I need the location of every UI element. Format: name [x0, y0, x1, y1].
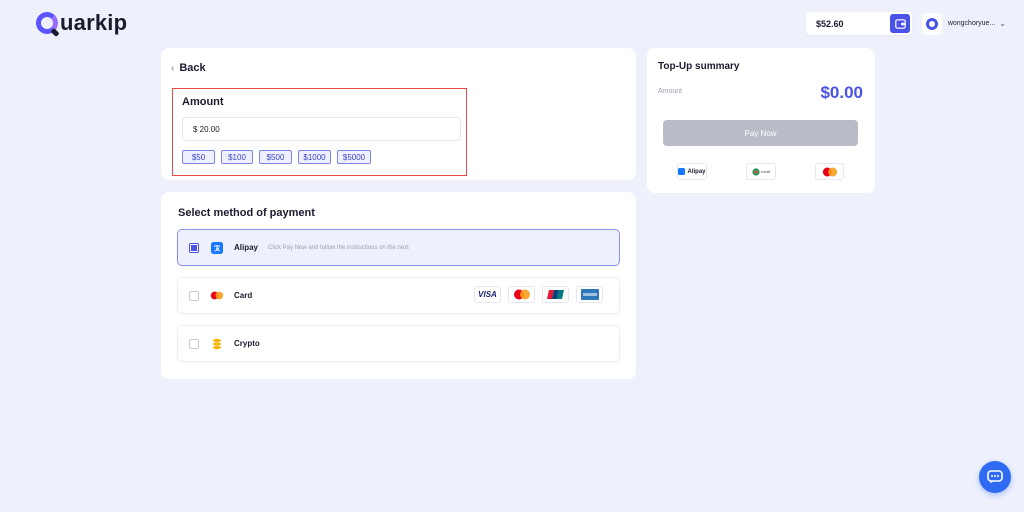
preset-500-button[interactable]: $500 — [259, 150, 292, 164]
amex-logo-icon — [576, 286, 603, 303]
back-label: Back — [179, 62, 206, 74]
credit-logo-text: credit — [760, 169, 771, 174]
payment-option-card[interactable]: Card VISA — [177, 277, 620, 314]
logo-text: uarkip — [60, 10, 128, 35]
topup-summary-card: Top-Up summary Amount $0.00 Pay Now Alip… — [647, 48, 875, 193]
avatar — [922, 12, 942, 35]
visa-logo-icon: VISA — [474, 286, 501, 303]
alipay-logo-icon: Alipay — [677, 163, 707, 180]
payment-option-crypto[interactable]: Crypto — [177, 325, 620, 362]
brand-logo[interactable]: uarkip — [36, 10, 127, 36]
preset-5000-button[interactable]: $5000 — [337, 150, 371, 164]
avatar-icon — [925, 17, 938, 30]
payment-method-title: Select method of payment — [178, 207, 315, 219]
wallet-button[interactable] — [890, 14, 910, 33]
unionpay-logo-icon — [542, 286, 569, 303]
summary-amount-label: Amount — [658, 88, 683, 95]
back-button[interactable]: ‹ Back — [171, 62, 206, 74]
alipay-hint: Click Pay Now and follow the instruction… — [268, 244, 409, 251]
summary-amount-value: $0.00 — [820, 83, 863, 102]
amount-box: Amount $50 $100 $500 $1000 $5000 — [172, 88, 467, 176]
crypto-label: Crypto — [234, 339, 260, 348]
chevron-left-icon: ‹ — [171, 62, 175, 74]
amount-card: ‹ Back Amount $50 $100 $500 $1000 $5000 — [161, 48, 636, 180]
summary-mastercard-icon — [815, 163, 844, 180]
mastercard-logo-icon — [508, 286, 535, 303]
alipay-icon — [210, 241, 224, 255]
chevron-down-icon: ⌄ — [999, 19, 1006, 28]
wallet-icon — [894, 18, 906, 29]
balance-box: $52.60 — [806, 12, 912, 35]
credit-logo-icon: credit — [746, 163, 776, 180]
coins-icon — [210, 337, 224, 351]
preset-1000-button[interactable]: $1000 — [298, 150, 331, 164]
card-brand-logos: VISA — [474, 286, 603, 303]
user-menu[interactable]: wongchoryue... ⌄ — [922, 12, 1006, 35]
card-checkbox[interactable] — [189, 290, 199, 301]
username: wongchoryue... — [947, 20, 996, 27]
chat-button[interactable] — [979, 461, 1011, 493]
amount-presets: $50 $100 $500 $1000 $5000 — [182, 150, 371, 164]
crypto-checkbox[interactable] — [189, 338, 199, 349]
alipay-label: Alipay — [234, 243, 259, 252]
payment-method-card: Select method of payment Alipay Click Pa… — [161, 192, 636, 379]
preset-50-button[interactable]: $50 — [182, 150, 215, 164]
amount-input[interactable] — [182, 117, 461, 141]
mastercard-icon — [210, 289, 224, 303]
amount-title: Amount — [182, 96, 224, 108]
balance-value: $52.60 — [816, 18, 844, 29]
alipay-logo-text: Alipay — [687, 168, 706, 175]
alipay-checkbox[interactable] — [189, 242, 199, 253]
pay-now-button[interactable]: Pay Now — [663, 120, 858, 146]
preset-100-button[interactable]: $100 — [221, 150, 253, 164]
visa-logo-text: VISA — [478, 290, 497, 299]
payment-option-alipay[interactable]: Alipay Click Pay Now and follow the inst… — [177, 229, 620, 266]
logo-mark-icon — [36, 12, 58, 34]
chat-bubble-icon — [987, 470, 1003, 484]
card-label: Card — [234, 291, 253, 300]
summary-title: Top-Up summary — [658, 61, 740, 72]
